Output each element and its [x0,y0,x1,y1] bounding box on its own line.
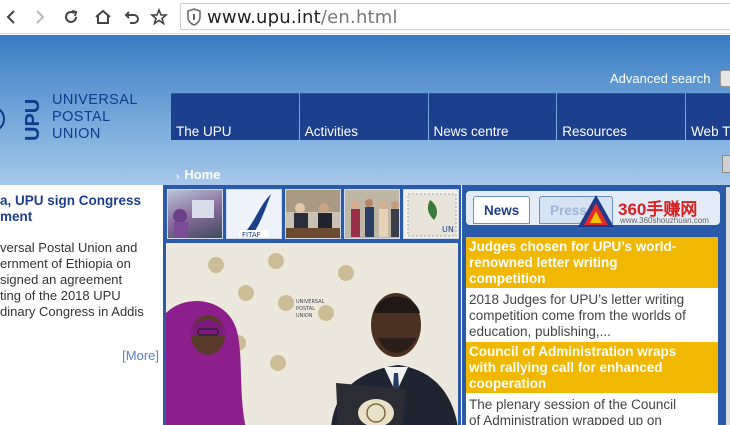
nav-web-tools[interactable]: Web T [686,93,730,140]
back-icon[interactable] [0,5,24,29]
more-link[interactable]: [More] [122,348,159,363]
watermark-url: www.360shouzhuan.com [620,216,709,225]
url-text: www.upu.int/en.html [207,7,398,28]
svg-text:UNION: UNION [296,313,313,319]
search-input[interactable] [720,70,730,87]
svg-text:UNIVERSAL: UNIVERSAL [296,299,325,305]
advanced-search-link[interactable]: Advanced search [610,71,710,86]
thumbnail-strip: FITAF UN [167,189,459,239]
language-selector[interactable] [722,155,730,173]
breadcrumb[interactable]: › Home [176,167,220,182]
news-list: Judges chosen for UPU’s world- renowned … [466,237,718,425]
breadcrumb-home[interactable]: Home [184,167,220,182]
undo-icon[interactable] [120,5,144,29]
thumbnail[interactable]: UN [403,189,459,239]
news-item-summary: The plenary session of the Council of Ad… [466,393,718,425]
news-item-summary: 2018 Judges for UPU’s letter writing com… [466,288,718,342]
svg-text:UN: UN [442,225,454,234]
thumbnail[interactable] [285,189,341,239]
scrollbar[interactable] [726,187,730,425]
nav-news-centre[interactable]: News centre [428,93,557,140]
thumbnail[interactable] [344,189,400,239]
thumbnail[interactable] [167,189,223,239]
logo-acronym: UPU [22,98,44,142]
watermark-logo-icon [578,195,614,227]
news-item-title[interactable]: Judges chosen for UPU’s world- renowned … [466,237,718,288]
svg-text:POSTAL: POSTAL [296,306,315,312]
thumbnail[interactable]: FITAF [226,189,282,239]
home-icon[interactable] [91,5,115,29]
logo-wordmark: UNIVERSAL POSTAL UNION [52,92,138,142]
news-panel: News Press 360手赚网 www.360shouzhuan.com J… [462,185,730,425]
breadcrumb-arrow-icon: › [176,171,180,182]
watermark: 360手赚网 www.360shouzhuan.com [578,193,718,229]
nav-resources[interactable]: Resources [557,93,686,140]
bookmark-star-icon[interactable] [147,5,171,29]
news-item-title[interactable]: Council of Administration wraps with ral… [466,342,718,393]
nav-activities[interactable]: Activities [299,93,428,140]
story-title[interactable]: a, UPU sign Congress ment [0,193,160,225]
featured-story: a, UPU sign Congress ment versal Postal … [0,185,163,425]
nav-the-upu[interactable]: The UPU [171,93,299,140]
svg-text:FITAF: FITAF [242,231,261,239]
media-gallery: FITAF UN UNIVERSAL POSTAL UNION [163,185,461,425]
address-bar[interactable]: www.upu.int/en.html [180,3,730,30]
tab-news[interactable]: News [473,196,531,224]
forward-icon[interactable] [27,5,51,29]
featured-photo[interactable]: UNIVERSAL POSTAL UNION [166,243,458,425]
reload-icon[interactable] [59,5,83,29]
globe-logo-icon [0,108,5,130]
story-summary: versal Postal Union and ernment of Ethio… [0,240,144,319]
upu-logo[interactable]: UPU UNIVERSAL POSTAL UNION [0,92,160,187]
browser-toolbar: www.upu.int/en.html [0,0,730,34]
security-shield-icon [187,8,201,26]
main-navigation: The UPU Activities News centre Resources… [171,93,730,140]
